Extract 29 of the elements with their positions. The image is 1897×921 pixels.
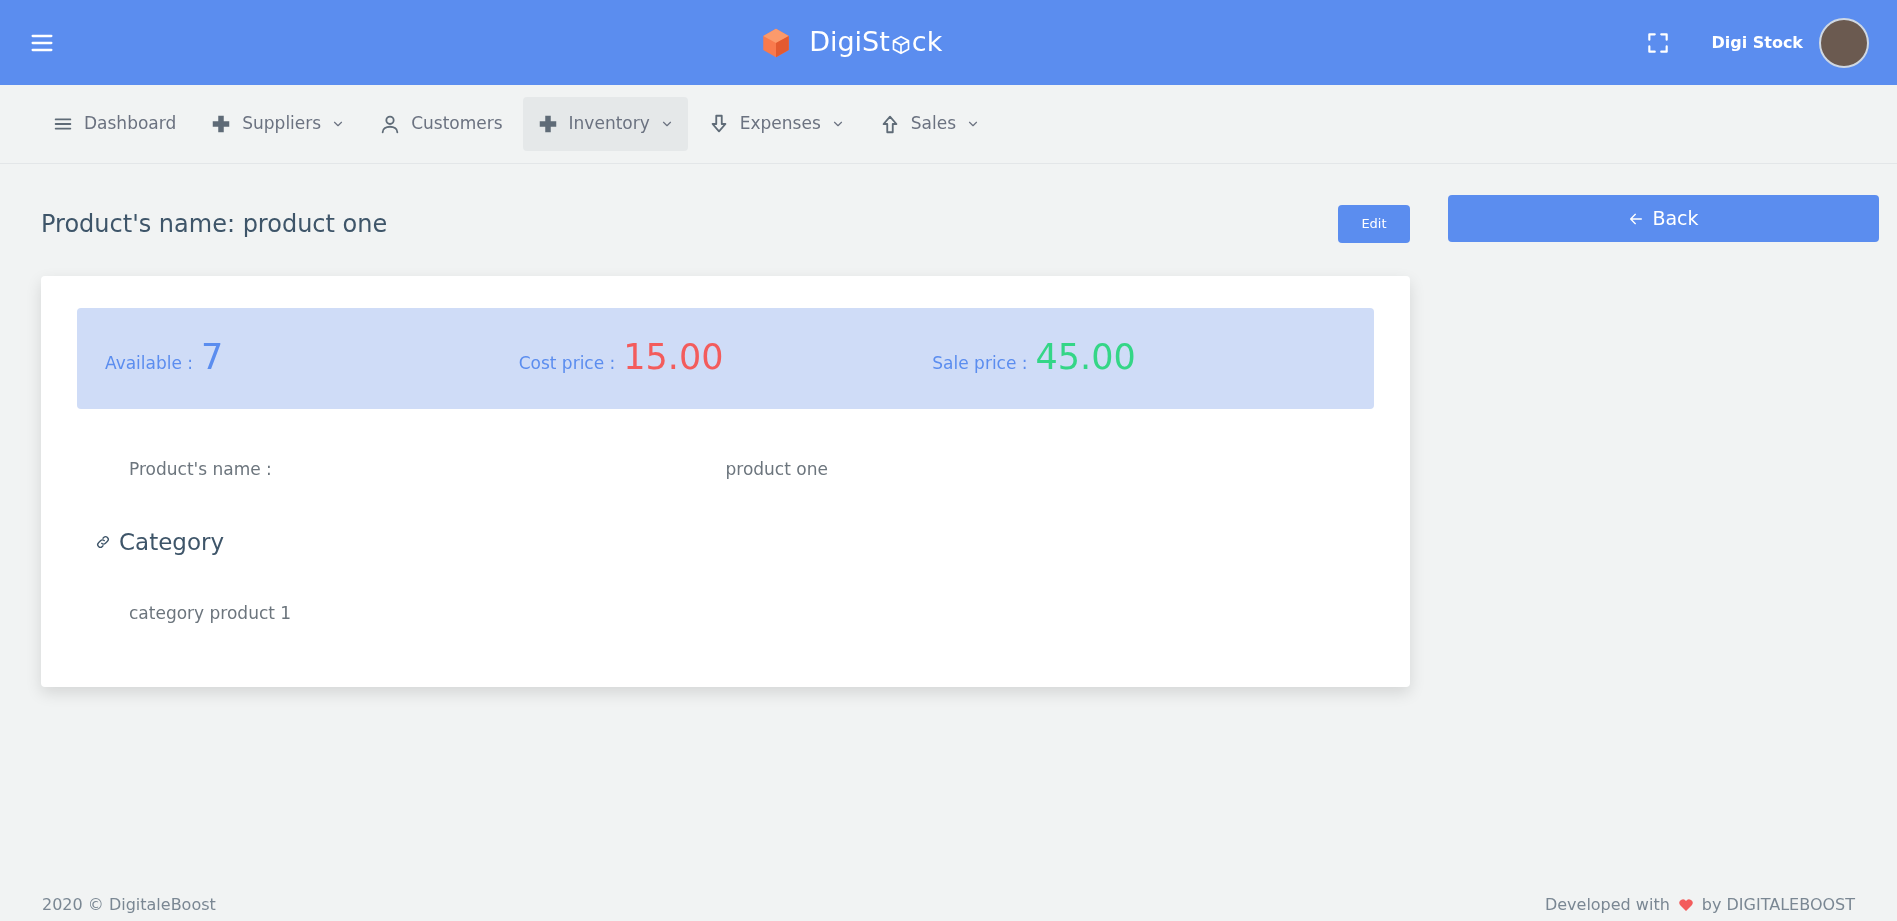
cube-outline-icon — [890, 34, 911, 55]
stat-label: Cost price : — [518, 352, 616, 376]
page-title: Product's name: product one — [41, 209, 388, 239]
stat-value: 7 — [201, 340, 224, 376]
developed-text: Developed with — [1544, 894, 1670, 916]
detail-label: Product's name : — [129, 459, 272, 479]
brand-name: ck — [911, 25, 943, 60]
nav-item[interactable]: Sales — [864, 97, 995, 151]
heart-icon — [1677, 897, 1694, 913]
stat-value: 15.00 — [623, 340, 724, 376]
copyright-text: 2020 © DigitaleBoost — [42, 894, 216, 916]
section-heading: Category — [119, 527, 225, 557]
nav-item[interactable]: Inventory — [522, 97, 688, 151]
stat-label: Available : — [105, 352, 194, 376]
nav-item[interactable]: Customers — [365, 97, 517, 151]
nav-item[interactable]: Expenses — [693, 97, 859, 151]
nav-item[interactable]: Dashboard — [38, 97, 191, 151]
edit-button[interactable]: Edit — [1338, 205, 1410, 243]
brand-name: DigiSt — [809, 25, 890, 60]
detail-value: product one — [725, 459, 828, 479]
avatar[interactable] — [1819, 17, 1869, 68]
nav-item[interactable]: Suppliers — [196, 97, 360, 151]
link-icon — [95, 533, 111, 550]
stat-label: Sale price : — [932, 352, 1028, 376]
by-text: by DIGITALEBOOST — [1701, 894, 1855, 916]
user-name[interactable]: Digi Stock — [1711, 30, 1803, 55]
stat-value: 45.00 — [1035, 340, 1136, 376]
category-value: category product 1 — [129, 603, 292, 623]
back-button[interactable]: Back — [1448, 195, 1879, 242]
